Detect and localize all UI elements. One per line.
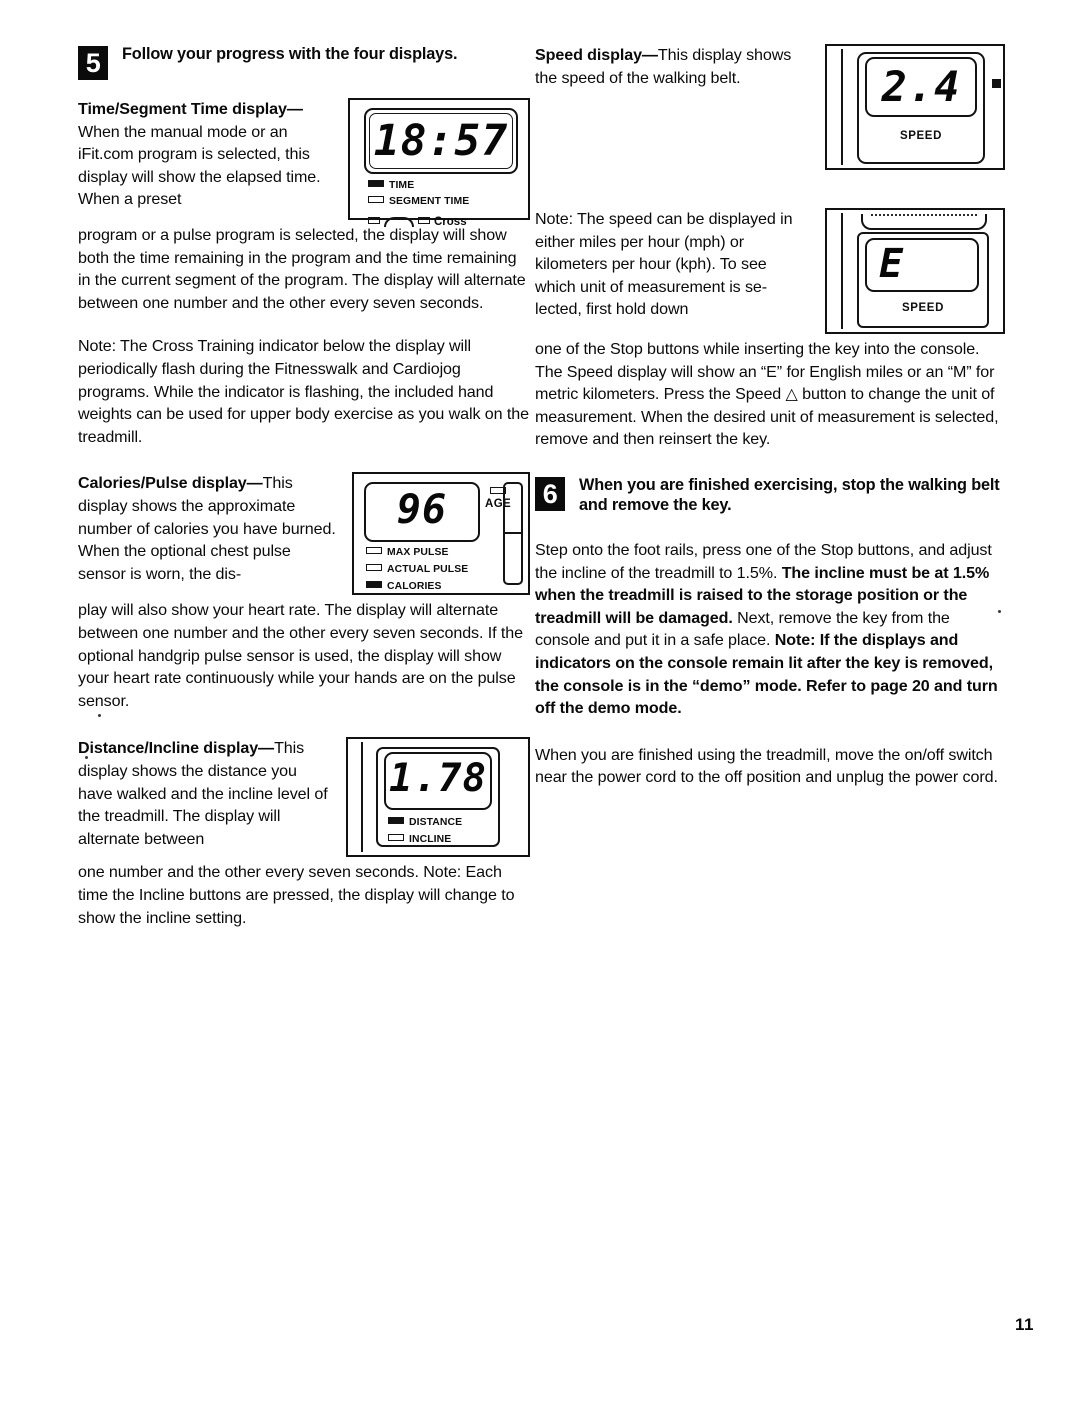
time-digits: 18:57 — [373, 116, 509, 166]
speed-section-heading: Speed display— — [535, 46, 658, 64]
speed-digits: 2.4 — [881, 62, 961, 111]
calories-display-figure: 96 AGE MAX PULSE ACTUAL PULSE CALORIES — [352, 472, 530, 596]
speed-unit-display-label: SPEED — [902, 302, 944, 314]
indicator-chip-icon — [368, 217, 380, 224]
indicator-incline-label: INCLINE — [409, 834, 452, 846]
lcd-panel-speed: 2.4 — [865, 57, 977, 117]
console-edge-line — [361, 742, 363, 853]
console-edge-line — [841, 213, 843, 329]
units-note-section: E SPEED Note: The speed can be displayed… — [535, 208, 1005, 451]
indicator-calories: CALORIES — [366, 581, 442, 592]
indicator-incline: INCLINE — [388, 834, 451, 845]
speed-section: 2.4 SPEED Speed display—This display sho… — [535, 44, 1005, 174]
calories-section-heading: Calories/Pulse display— — [78, 474, 263, 493]
step-5-badge: 5 — [78, 46, 108, 80]
console-calories-display: 96 AGE MAX PULSE ACTUAL PULSE CALORIES — [352, 472, 530, 596]
indicator-chip-icon — [368, 180, 384, 187]
time-section: 18:57 TIME SEGMENT TIME Cross Time/Segme… — [78, 98, 530, 314]
left-column: 5 Follow your progress with the four dis… — [78, 44, 530, 929]
lcd-panel-speed-unit: E — [865, 238, 979, 292]
step-6-title: When you are finished exercising, stop t… — [579, 475, 1000, 515]
indicator-time: TIME — [368, 180, 414, 191]
speed-unit-digit: E — [879, 241, 905, 287]
step-5-title: Follow your progress with the four displ… — [122, 45, 458, 63]
time-section-continuation: program or a pulse program is selected, … — [78, 226, 526, 312]
indicator-segment-time: SEGMENT TIME — [368, 196, 469, 207]
console-tab-mark — [992, 79, 1001, 88]
calories-digits: 96 — [396, 487, 448, 534]
speed-unit-display-figure: E SPEED — [825, 208, 1005, 334]
step-6-heading: 6 When you are finished exercising, stop… — [535, 475, 1005, 517]
lcd-panel-calories: 96 — [364, 482, 480, 543]
indicator-cross-training: Cross — [368, 212, 467, 230]
console-edge-line — [841, 49, 843, 165]
indicator-chip-icon — [366, 547, 382, 555]
console-distance-display: 1.78 DISTANCE INCLINE — [346, 737, 530, 858]
console-top-lip — [861, 214, 987, 230]
scan-artifact — [98, 714, 101, 717]
indicator-distance-label: DISTANCE — [409, 817, 463, 829]
indicator-max-pulse-label: MAX PULSE — [387, 547, 449, 559]
manual-page: 5 Follow your progress with the four dis… — [0, 0, 1080, 1403]
indicator-max-pulse: MAX PULSE — [366, 547, 449, 558]
speed-display-label: SPEED — [900, 130, 942, 142]
calories-section: 96 AGE MAX PULSE ACTUAL PULSE CALORIES C… — [78, 472, 530, 712]
scan-artifact — [540, 57, 543, 60]
console-time-display: 18:57 TIME SEGMENT TIME Cross — [348, 98, 530, 228]
indicator-distance: DISTANCE — [388, 817, 462, 828]
cross-training-arc-icon — [384, 217, 414, 227]
indicator-actual-pulse-label: ACTUAL PULSE — [387, 564, 469, 576]
console-speed-unit-display: E SPEED — [825, 208, 1005, 334]
step-5-heading: 5 Follow your progress with the four dis… — [78, 44, 530, 86]
speed-display-figure: 2.4 SPEED — [825, 44, 1005, 170]
indicator-chip-icon — [366, 581, 382, 589]
scan-artifact — [85, 756, 88, 759]
console-dotted-edge — [871, 214, 977, 219]
right-column: 2.4 SPEED Speed display—This display sho… — [535, 44, 1005, 789]
calories-section-continuation: play will also show your heart rate. The… — [78, 601, 523, 710]
closing-paragraph: When you are finished using the treadmil… — [535, 745, 998, 787]
indicator-chip-icon — [366, 564, 382, 572]
time-section-heading: Time/Segment Time display— — [78, 100, 303, 118]
indicator-chip-icon — [388, 834, 404, 842]
cross-training-note: Note: The Cross Training indicator below… — [78, 337, 529, 446]
distance-section-heading: Distance/Incline display— — [78, 739, 275, 758]
indicator-actual-pulse: ACTUAL PULSE — [366, 564, 468, 575]
time-display-figure: 18:57 TIME SEGMENT TIME Cross — [348, 98, 530, 228]
lcd-panel-time: 18:57 — [364, 108, 518, 174]
units-note-continuation: one of the Stop buttons while inserting … — [535, 340, 999, 449]
indicator-segment-time-label: SEGMENT TIME — [389, 196, 470, 207]
console-speed-display: 2.4 SPEED — [825, 44, 1005, 170]
distance-display-figure: 1.78 DISTANCE INCLINE — [346, 737, 530, 858]
indicator-time-label: TIME — [389, 180, 415, 191]
distance-section: 1.78 DISTANCE INCLINE Distance/Incline d… — [78, 737, 530, 929]
indicator-calories-label: CALORIES — [387, 581, 442, 593]
step-6-badge: 6 — [535, 476, 565, 511]
step-6-body: Step onto the foot rails, press one of t… — [535, 539, 1005, 720]
page-number: 11 — [1015, 1315, 1034, 1334]
distance-section-continuation: one number and the other every seven sec… — [78, 863, 515, 927]
console-button-column — [503, 482, 523, 586]
cross-training-label: Cross — [434, 216, 467, 228]
indicator-chip-icon — [418, 217, 430, 224]
time-section-intro-text: When the manual mode or an iFit.com prog… — [78, 122, 321, 209]
distance-digits: 1.78 — [389, 756, 487, 802]
scan-artifact — [998, 610, 1001, 613]
indicator-chip-icon — [388, 817, 404, 825]
indicator-chip-icon — [368, 196, 384, 203]
lcd-panel-distance: 1.78 — [384, 752, 492, 811]
